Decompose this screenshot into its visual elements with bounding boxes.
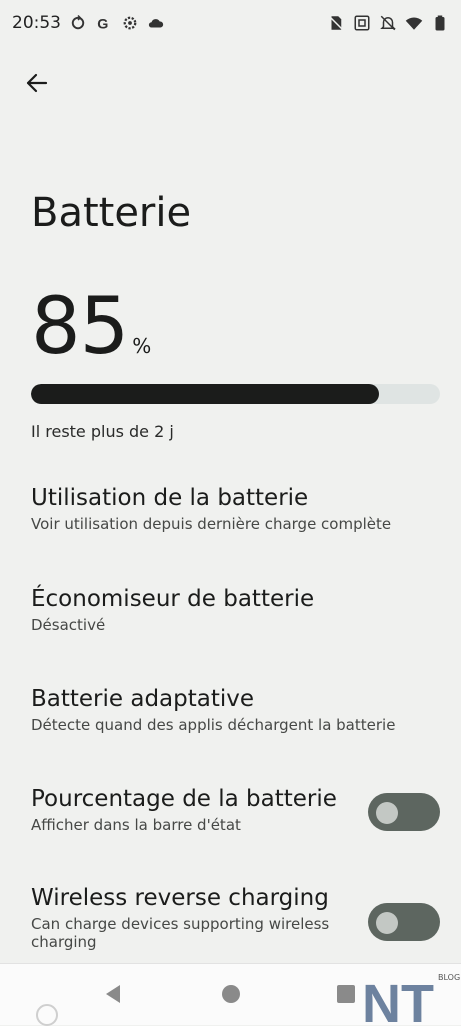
nav-back-icon[interactable] xyxy=(102,982,126,1006)
setting-subtitle: Désactivé xyxy=(31,616,106,634)
setting-title: Pourcentage de la batterie xyxy=(31,786,337,812)
toggle-knob xyxy=(376,802,398,824)
clock: 20:53 xyxy=(12,13,61,33)
sync-icon xyxy=(71,14,85,30)
setting-subtitle: Can charge devices supporting wireless c… xyxy=(31,915,330,951)
nav-recents-icon[interactable] xyxy=(334,982,358,1006)
battery-remaining-text: Il reste plus de 2 j xyxy=(31,422,174,441)
sim-off-icon xyxy=(328,15,344,31)
battery-icon xyxy=(435,15,445,31)
setting-battery-usage[interactable]: Utilisation de la batterie Voir utilisat… xyxy=(31,485,431,533)
info-icon xyxy=(36,1004,58,1026)
battery-percentage-toggle[interactable] xyxy=(368,793,440,831)
battery-level-fill xyxy=(31,384,379,404)
setting-adaptive-battery[interactable]: Batterie adaptative Détecte quand des ap… xyxy=(31,686,431,734)
cloud-icon xyxy=(148,19,164,28)
nav-home-icon[interactable] xyxy=(219,982,243,1006)
nfc-icon xyxy=(354,15,370,31)
setting-battery-saver[interactable]: Économiseur de batterie Désactivé xyxy=(31,586,431,634)
battery-level-bar xyxy=(31,384,440,404)
status-bar: 20:53 G 6 xyxy=(0,0,461,46)
silent-icon xyxy=(380,15,396,31)
wireless-reverse-charging-toggle[interactable] xyxy=(368,903,440,941)
toggle-knob xyxy=(376,912,398,934)
setting-battery-percentage[interactable]: Pourcentage de la batterie Afficher dans… xyxy=(31,786,351,834)
svg-text:NT: NT xyxy=(362,974,434,1025)
gear-icon xyxy=(123,16,137,30)
status-bar-left: 20:53 G xyxy=(12,13,165,33)
back-arrow-icon[interactable] xyxy=(20,66,54,100)
svg-text:6: 6 xyxy=(416,25,420,32)
svg-text:G: G xyxy=(97,16,108,32)
svg-text:BLOG: BLOG xyxy=(438,973,460,982)
setting-subtitle: Afficher dans la barre d'état xyxy=(31,816,241,834)
navigation-bar: NT BLOG xyxy=(0,963,461,1025)
setting-title: Batterie adaptative xyxy=(31,686,255,712)
battery-percent-value: 85 xyxy=(31,282,129,372)
setting-subtitle: Voir utilisation depuis dernière charge … xyxy=(31,515,392,533)
setting-wireless-reverse-charging[interactable]: Wireless reverse charging Can charge dev… xyxy=(31,885,351,951)
battery-percent: 85 % xyxy=(31,288,151,366)
setting-subtitle: Détecte quand des applis déchargent la b… xyxy=(31,716,396,734)
watermark-logo: NT BLOG xyxy=(362,973,460,1025)
battery-percent-symbol: % xyxy=(132,334,152,358)
google-icon: G xyxy=(97,16,108,32)
setting-title: Économiseur de batterie xyxy=(31,586,315,612)
status-bar-right: 6 xyxy=(327,14,449,32)
setting-title: Utilisation de la batterie xyxy=(31,485,309,511)
wifi-icon: 6 xyxy=(405,17,423,32)
page-title: Batterie xyxy=(31,190,192,236)
setting-title: Wireless reverse charging xyxy=(31,885,329,911)
